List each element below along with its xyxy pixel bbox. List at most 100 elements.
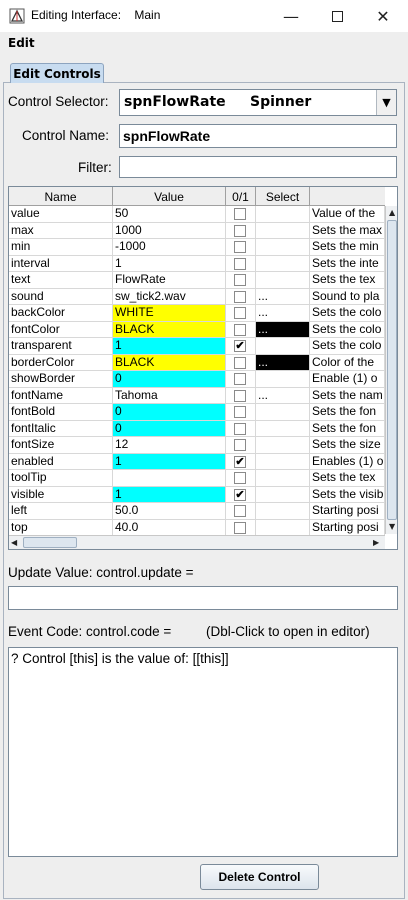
toggle-checkbox[interactable]: ✔ <box>234 488 246 501</box>
select-cell[interactable] <box>256 338 310 355</box>
horizontal-scroll-thumb[interactable] <box>23 537 77 548</box>
property-value[interactable]: WHITE <box>113 305 226 322</box>
filter-input[interactable] <box>119 156 397 178</box>
property-value[interactable]: 0 <box>113 404 226 421</box>
toggle-checkbox[interactable] <box>234 274 246 286</box>
toggle-checkbox[interactable] <box>234 241 246 253</box>
table-row[interactable]: value 50 Value of the <box>9 206 385 223</box>
scroll-right-icon[interactable]: ▶ <box>373 538 379 547</box>
toggle-checkbox[interactable] <box>234 439 246 451</box>
update-value-field[interactable] <box>8 586 398 610</box>
table-row[interactable]: showBorder 0 Enable (1) o <box>9 371 385 388</box>
property-value[interactable]: 50 <box>113 206 226 223</box>
header-description[interactable] <box>310 187 385 206</box>
property-value[interactable]: 40.0 <box>113 519 226 536</box>
toggle-checkbox[interactable] <box>234 208 246 220</box>
toggle-checkbox[interactable] <box>234 224 246 237</box>
toggle-checkbox[interactable] <box>234 389 246 402</box>
select-cell[interactable] <box>256 272 310 289</box>
toggle-checkbox[interactable]: ✔ <box>234 340 246 352</box>
table-row[interactable]: left 50.0 Starting posi <box>9 503 385 520</box>
property-value[interactable]: 1 <box>113 486 226 503</box>
menu-edit[interactable]: Edit <box>8 36 35 50</box>
toggle-checkbox[interactable] <box>234 422 246 435</box>
select-cell[interactable]: ... <box>256 354 310 371</box>
select-cell[interactable] <box>256 470 310 487</box>
header-name[interactable]: Name <box>9 187 113 206</box>
table-row[interactable]: max 1000 Sets the max <box>9 222 385 239</box>
property-value[interactable]: 50.0 <box>113 503 226 520</box>
property-value[interactable] <box>113 470 226 487</box>
toggle-checkbox[interactable] <box>234 323 246 336</box>
property-value[interactable]: sw_tick2.wav <box>113 288 226 305</box>
property-value[interactable]: 1000 <box>113 222 226 239</box>
maximize-button[interactable] <box>314 0 360 32</box>
select-cell[interactable]: ... <box>256 321 310 338</box>
table-row[interactable]: transparent 1 ✔ Sets the colo <box>9 338 385 355</box>
property-value[interactable]: Tahoma <box>113 387 226 404</box>
horizontal-scrollbar[interactable]: ◀ ▶ <box>9 535 385 549</box>
property-value[interactable]: 1 <box>113 255 226 272</box>
select-cell[interactable] <box>256 519 310 536</box>
tab-edit-controls[interactable]: Edit Controls <box>10 63 104 83</box>
table-row[interactable]: fontBold 0 Sets the fon <box>9 404 385 421</box>
toggle-checkbox[interactable] <box>234 307 246 319</box>
property-value[interactable]: BLACK <box>113 321 226 338</box>
scroll-left-icon[interactable]: ◀ <box>11 538 17 547</box>
table-row[interactable]: fontSize 12 Sets the size <box>9 437 385 454</box>
toggle-checkbox[interactable] <box>234 257 246 270</box>
toggle-checkbox[interactable]: ✔ <box>234 455 246 468</box>
toggle-checkbox[interactable] <box>234 505 246 517</box>
property-value[interactable]: 1 <box>113 453 226 470</box>
header-select[interactable]: Select <box>256 187 310 206</box>
property-value[interactable]: FlowRate <box>113 272 226 289</box>
property-value[interactable]: 12 <box>113 437 226 454</box>
toggle-checkbox[interactable] <box>234 290 246 303</box>
select-cell[interactable] <box>256 437 310 454</box>
toggle-checkbox[interactable] <box>234 472 246 484</box>
select-cell[interactable] <box>256 420 310 437</box>
toggle-checkbox[interactable] <box>234 406 246 418</box>
select-cell[interactable] <box>256 255 310 272</box>
table-row[interactable]: fontName Tahoma... Sets the nam <box>9 387 385 404</box>
toggle-checkbox[interactable] <box>234 356 246 369</box>
minimize-button[interactable]: — <box>268 0 314 32</box>
select-cell[interactable] <box>256 206 310 223</box>
dropdown-button[interactable]: ▼ <box>376 90 396 115</box>
select-cell[interactable]: ... <box>256 305 310 322</box>
property-value[interactable]: 0 <box>113 371 226 388</box>
control-selector-combo[interactable]: spnFlowRate Spinner ▼ <box>119 89 397 116</box>
scroll-down-icon[interactable]: ▼ <box>389 522 395 531</box>
select-cell[interactable]: ... <box>256 288 310 305</box>
table-row[interactable]: toolTip Sets the tex <box>9 470 385 487</box>
header-toggle[interactable]: 0/1 <box>226 187 256 206</box>
vertical-scroll-thumb[interactable] <box>387 220 397 520</box>
vertical-scrollbar[interactable]: ▲ ▼ <box>385 206 397 534</box>
event-code-editor[interactable]: ? Control [this] is the value of: [[this… <box>8 647 398 857</box>
table-row[interactable]: text FlowRate Sets the tex <box>9 272 385 289</box>
toggle-checkbox[interactable] <box>234 373 246 385</box>
header-value[interactable]: Value <box>113 187 226 206</box>
table-row[interactable]: top 40.0 Starting posi <box>9 519 385 536</box>
select-cell[interactable] <box>256 239 310 256</box>
select-cell[interactable] <box>256 486 310 503</box>
select-cell[interactable]: ... <box>256 387 310 404</box>
table-row[interactable]: backColor WHITE... Sets the colo <box>9 305 385 322</box>
scroll-up-icon[interactable]: ▲ <box>389 208 395 217</box>
table-row[interactable]: interval 1 Sets the inte <box>9 255 385 272</box>
select-cell[interactable] <box>256 222 310 239</box>
toggle-checkbox[interactable] <box>234 521 246 534</box>
select-cell[interactable] <box>256 453 310 470</box>
table-row[interactable]: borderColor BLACK... Color of the <box>9 354 385 371</box>
table-row[interactable]: enabled 1 ✔ Enables (1) o <box>9 453 385 470</box>
select-cell[interactable] <box>256 404 310 421</box>
property-value[interactable]: BLACK <box>113 354 226 371</box>
table-row[interactable]: fontColor BLACK... Sets the colo <box>9 321 385 338</box>
control-name-field[interactable]: spnFlowRate <box>119 124 397 148</box>
table-row[interactable]: fontItalic 0 Sets the fon <box>9 420 385 437</box>
property-value[interactable]: 1 <box>113 338 226 355</box>
table-row[interactable]: min -1000 Sets the min <box>9 239 385 256</box>
property-value[interactable]: -1000 <box>113 239 226 256</box>
select-cell[interactable] <box>256 371 310 388</box>
close-button[interactable]: ✕ <box>360 0 406 32</box>
